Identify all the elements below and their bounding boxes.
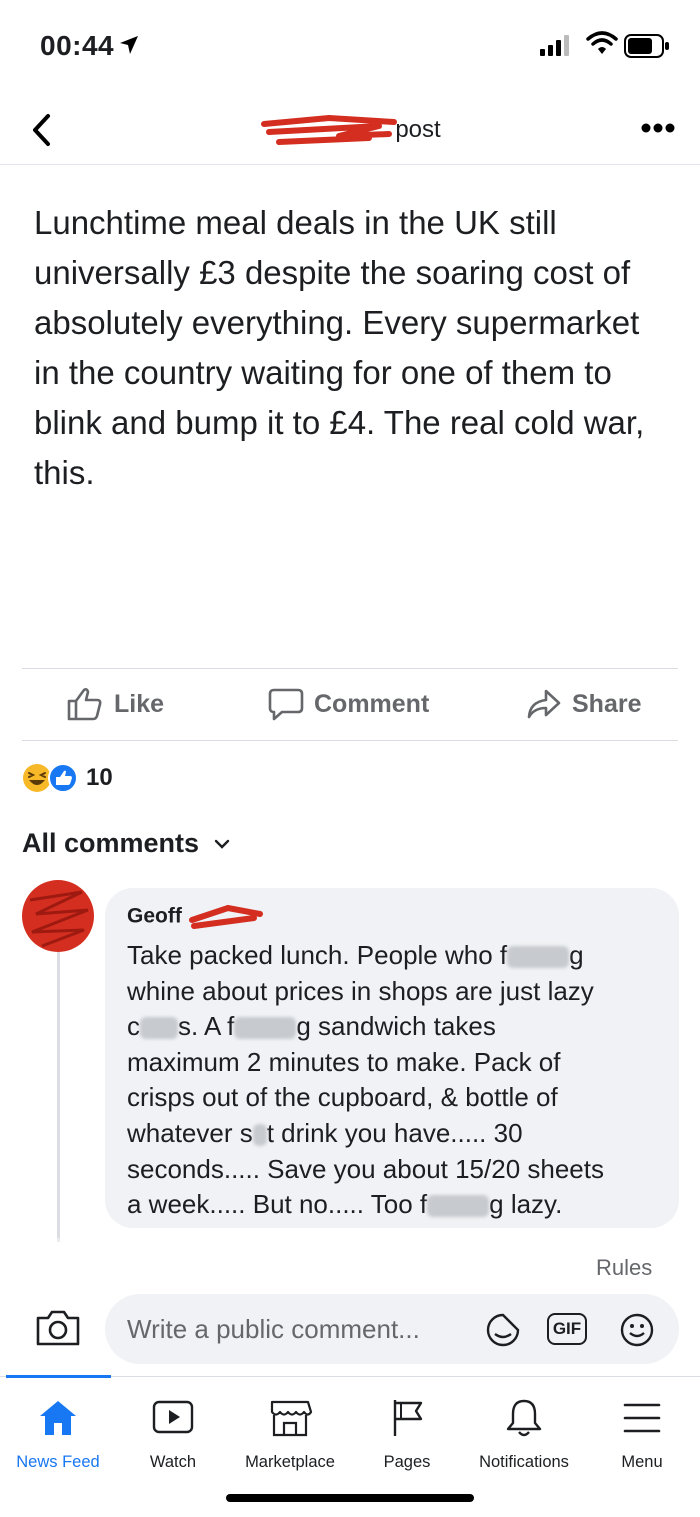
cellular-signal-icon (540, 35, 569, 56)
tab-watch[interactable]: Watch (115, 1395, 231, 1472)
tab-label: News Feed (16, 1453, 100, 1471)
comment-line: whatever st drink you have..... 30 (127, 1117, 523, 1148)
status-time: 00:44 (40, 30, 115, 61)
censor-blur (427, 1195, 490, 1218)
share-label: Share (572, 689, 642, 718)
like-reaction-icon (48, 763, 78, 793)
comment-line: maximum 2 minutes to make. Pack of (127, 1046, 561, 1077)
home-indicator (226, 1494, 474, 1502)
reactions-summary[interactable]: 10 (22, 762, 113, 794)
status-bar: 00:44 (0, 0, 700, 92)
comment-line: Take packed lunch. People who fg (127, 940, 584, 970)
emoji-icon[interactable] (619, 1312, 655, 1348)
tab-label: Marketplace (245, 1453, 335, 1471)
more-options-icon[interactable] (640, 122, 676, 134)
gif-label: GIF (552, 1319, 582, 1338)
battery-icon (624, 34, 669, 58)
watch-icon (152, 1400, 194, 1434)
wifi-icon (586, 31, 618, 54)
tab-menu[interactable]: Menu (584, 1395, 700, 1472)
post-header: post (0, 92, 700, 165)
comment-author[interactable]: Geoff (127, 904, 266, 930)
censor-blur (140, 1017, 178, 1040)
tab-marketplace[interactable]: Marketplace (232, 1395, 348, 1472)
header-title: post (0, 112, 700, 148)
name-redaction-scribble (261, 115, 398, 145)
rules-link[interactable]: Rules (596, 1255, 652, 1281)
tab-news-feed[interactable]: News Feed (0, 1395, 116, 1472)
share-arrow-icon (527, 689, 561, 719)
bell-icon (506, 1399, 542, 1437)
comment-line: whine about prices in shops are just laz… (127, 975, 594, 1006)
thread-line (57, 952, 60, 1242)
comments-filter-dropdown[interactable]: All comments (22, 828, 231, 859)
comment-text: Take packed lunch. People who fg whine a… (127, 938, 667, 1223)
tab-label: Menu (621, 1453, 663, 1471)
tab-label: Notifications (479, 1453, 569, 1471)
marketplace-icon (270, 1400, 313, 1437)
post-actions: Like Comment Share (0, 668, 700, 740)
like-label: Like (114, 689, 165, 718)
censor-blur (507, 946, 570, 969)
comments-filter-label: All comments (22, 828, 200, 858)
divider (22, 740, 678, 741)
sticker-icon[interactable] (485, 1312, 521, 1348)
comment-line: a week..... But no..... Too fg lazy. (127, 1189, 563, 1220)
tab-pages[interactable]: Pages (349, 1395, 465, 1472)
comment-bubble[interactable]: Geoff Take packed lunch. People who fg w… (105, 888, 679, 1228)
camera-icon[interactable] (34, 1308, 82, 1348)
tab-label: Pages (383, 1453, 431, 1471)
post-text: Lunchtime meal deals in the UK still uni… (34, 204, 645, 491)
comment-line: c s. A fg sandwich takes (127, 1011, 496, 1042)
location-arrow-icon (120, 36, 138, 54)
home-icon (40, 1401, 76, 1435)
menu-icon (623, 1403, 661, 1433)
comment-line: crisps out of the cupboard, & bottle of (127, 1082, 558, 1113)
comment-author-name: Geoff (127, 904, 182, 928)
header-title-text: post (395, 116, 441, 143)
avatar-redaction-scribble (29, 890, 89, 948)
comment-label: Comment (314, 689, 430, 718)
scroll-fade (0, 1238, 700, 1288)
tab-label: Watch (149, 1453, 197, 1471)
comment-composer[interactable]: Write a public comment... GIF (105, 1294, 679, 1364)
censor-blur (252, 1124, 267, 1147)
flag-icon (393, 1400, 423, 1436)
avatar[interactable] (22, 880, 94, 952)
comment-input-placeholder[interactable]: Write a public comment... (127, 1314, 420, 1345)
tab-notifications[interactable]: Notifications (466, 1395, 582, 1472)
share-button[interactable]: Share (526, 686, 641, 722)
thumbs-up-icon (67, 688, 102, 721)
censor-blur (234, 1017, 297, 1040)
comment-bubble-icon (268, 688, 304, 721)
active-tab-indicator (6, 1375, 111, 1378)
comment-button[interactable]: Comment (268, 686, 429, 722)
like-button[interactable]: Like (66, 686, 164, 722)
name-redaction-scribble (188, 904, 263, 929)
reaction-count: 10 (86, 764, 113, 791)
gif-button[interactable]: GIF (547, 1313, 587, 1345)
comment-line: seconds..... Save you about 15/20 sheets (127, 1153, 604, 1184)
chevron-down-icon (214, 839, 230, 849)
